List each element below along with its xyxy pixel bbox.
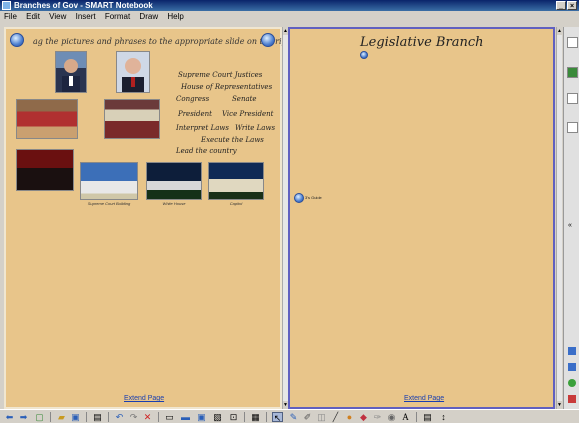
add-page-icon[interactable] [568, 379, 576, 387]
full-screen-icon[interactable]: ▣ [196, 412, 207, 422]
portrait-icon [62, 59, 80, 92]
extend-page-link[interactable]: Extend Page [124, 395, 164, 402]
supreme-court-justices-photo[interactable] [16, 149, 74, 191]
phrase-president[interactable]: President [178, 110, 212, 118]
phrase-execute-the-laws[interactable]: Execute the Laws [201, 136, 264, 144]
globe-icon[interactable] [294, 193, 304, 203]
marker-label: 3's Guide [305, 195, 322, 200]
open-folder-icon[interactable]: ▰ [56, 412, 67, 422]
separator [416, 412, 417, 422]
phrase-house-of-representatives[interactable]: House of Representatives [181, 83, 272, 91]
side-tab-bar: « [563, 27, 579, 409]
menu-edit[interactable]: Edit [26, 12, 40, 21]
menu-format[interactable]: Format [105, 12, 130, 21]
phrase-lead-the-country[interactable]: Lead the country [176, 147, 237, 155]
caption-capitol: Capitol [229, 201, 243, 206]
save-icon[interactable]: ▣ [70, 412, 81, 422]
forward-arrow-icon[interactable]: ➡ [18, 412, 29, 422]
magic-pen-icon[interactable]: ✑ [372, 412, 383, 422]
link-icon[interactable] [360, 51, 368, 59]
delete-icon[interactable]: ✕ [142, 412, 153, 422]
close-button[interactable]: × [567, 1, 577, 10]
separator [266, 412, 267, 422]
properties-icon[interactable] [567, 122, 578, 133]
extend-page-link[interactable]: Extend Page [404, 395, 444, 402]
scroll-down-icon[interactable]: ▼ [557, 401, 562, 409]
fill-icon[interactable]: ◆ [358, 412, 369, 422]
attachments-icon[interactable] [567, 93, 578, 104]
delete-page-icon[interactable] [568, 395, 576, 403]
white-house-photo[interactable] [146, 162, 202, 200]
menu-bar: File Edit View Insert Format Draw Help [0, 11, 579, 23]
menu-view[interactable]: View [49, 12, 66, 21]
collapse-arrow-icon[interactable]: « [568, 222, 572, 229]
senate-chamber-photo[interactable] [16, 99, 78, 139]
caption-white-house: White House [162, 201, 186, 206]
shape-recognition-pen-icon[interactable]: ◉ [386, 412, 397, 422]
separator [108, 412, 109, 422]
redo-icon[interactable]: ↷ [128, 412, 139, 422]
move-toolbar-icon[interactable]: ↕ [438, 412, 449, 422]
document-camera-icon[interactable]: ⊡ [228, 412, 239, 422]
menu-file[interactable]: File [4, 12, 17, 21]
separator [86, 412, 87, 422]
window-title: Branches of Gov - SMART Notebook [14, 1, 153, 10]
paste-icon[interactable]: ▤ [92, 412, 103, 422]
vice-president-photo[interactable] [116, 51, 150, 93]
portrait-icon [122, 58, 144, 92]
back-arrow-icon[interactable] [568, 347, 576, 355]
new-page-icon[interactable]: ▢ [34, 412, 45, 422]
instruction-text: ag the pictures and phrases to the appro… [33, 37, 298, 46]
phrase-supreme-court-justices[interactable]: Supreme Court Justices [178, 71, 262, 79]
select-arrow-icon[interactable]: ↖ [272, 412, 283, 423]
house-chamber-photo[interactable] [104, 99, 160, 139]
phrase-interpret-laws[interactable]: Interpret Laws [176, 124, 229, 132]
phrase-vice-president[interactable]: Vice President [222, 110, 273, 118]
minimize-button[interactable]: _ [556, 1, 566, 10]
separator [50, 412, 51, 422]
bottom-toolbar: ⬅ ➡ ▢ ▰ ▣ ▤ ↶ ↷ ✕ ▭ ▬ ▣ ▧ ⊡ ▦ ↖ ✎ ✐ ◫ ╱ … [0, 409, 579, 423]
president-photo[interactable] [55, 51, 87, 93]
forward-arrow-icon[interactable] [568, 363, 576, 371]
gallery-icon[interactable] [567, 67, 578, 78]
supreme-court-building-photo[interactable] [80, 162, 138, 200]
right-page[interactable]: Legislative Branch 3's Guide Extend Page [288, 27, 555, 409]
app-icon [2, 1, 11, 10]
capture-icon[interactable]: ▧ [212, 412, 223, 422]
separator [158, 412, 159, 422]
table-icon[interactable]: ▦ [250, 412, 261, 422]
phrase-write-laws[interactable]: Write Laws [235, 124, 275, 132]
creative-pen-icon[interactable]: ✐ [302, 412, 313, 422]
undo-icon[interactable]: ↶ [114, 412, 125, 422]
globe-icon[interactable] [261, 33, 275, 47]
page-sorter-icon[interactable] [567, 37, 578, 48]
menu-insert[interactable]: Insert [76, 12, 96, 21]
capitol-photo[interactable] [208, 162, 264, 200]
separator [244, 412, 245, 422]
left-page[interactable]: ag the pictures and phrases to the appro… [4, 27, 298, 409]
caption-supreme-court: Supreme Court Building [87, 201, 131, 206]
menu-draw[interactable]: Draw [139, 12, 158, 21]
screen-shade-icon[interactable]: ▭ [164, 412, 175, 422]
text-icon[interactable]: A [400, 412, 411, 422]
line-icon[interactable]: ╱ [330, 412, 341, 422]
display-icon[interactable]: ▬ [180, 412, 191, 422]
menu-help[interactable]: Help [167, 12, 183, 21]
eraser-icon[interactable]: ◫ [316, 412, 327, 422]
properties-icon[interactable]: ▤ [422, 412, 433, 422]
phrase-senate[interactable]: Senate [232, 95, 257, 103]
globe-icon[interactable] [10, 33, 24, 47]
shapes-icon[interactable]: ● [344, 412, 355, 422]
title-bar: Branches of Gov - SMART Notebook _ × [0, 0, 579, 11]
back-arrow-icon[interactable]: ⬅ [4, 412, 15, 422]
scroll-up-icon[interactable]: ▲ [557, 27, 562, 35]
right-page-scrollbar[interactable]: ▲ ▼ [556, 27, 562, 409]
slide-heading: Legislative Branch [360, 35, 484, 50]
phrase-congress[interactable]: Congress [176, 95, 209, 103]
window-controls: _ × [556, 1, 577, 10]
pen-icon[interactable]: ✎ [288, 412, 299, 422]
